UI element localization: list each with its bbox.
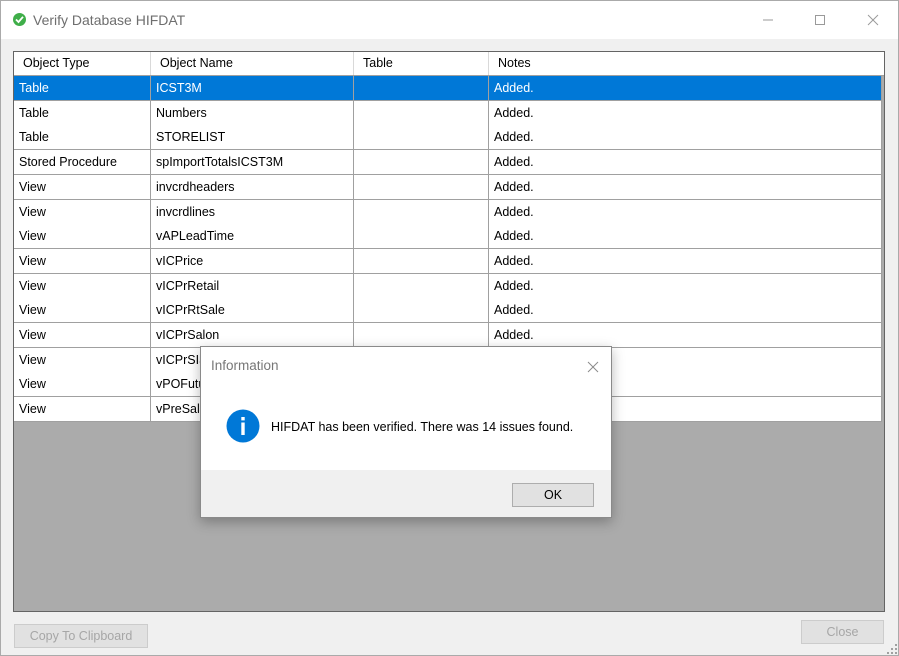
cell-object-type[interactable]: View xyxy=(14,323,151,348)
close-icon xyxy=(867,14,879,26)
cell-object-name[interactable]: invcrdlines xyxy=(151,199,354,225)
information-dialog: Information HIFDAT has been verified. Th… xyxy=(200,346,612,518)
close-icon xyxy=(587,361,599,373)
maximize-button[interactable] xyxy=(797,1,843,39)
cell-object-type[interactable]: View xyxy=(14,199,151,225)
app-logo-icon xyxy=(13,13,26,26)
cell-object-type[interactable]: Table xyxy=(14,125,151,151)
dialog-footer: OK xyxy=(201,470,611,517)
cell-object-type[interactable]: View xyxy=(14,174,151,200)
cell-table[interactable] xyxy=(354,248,489,274)
column-header-object-type[interactable]: Object Type xyxy=(14,52,151,75)
dialog-message: HIFDAT has been verified. There was 14 i… xyxy=(271,420,574,434)
cell-table[interactable] xyxy=(354,150,489,176)
column-header-table[interactable]: Table xyxy=(354,52,489,75)
cell-object-type[interactable]: View xyxy=(14,248,151,274)
minimize-button[interactable] xyxy=(745,1,791,39)
cell-table[interactable] xyxy=(354,323,489,348)
cell-object-name[interactable]: vICPrice xyxy=(151,248,354,274)
resize-grip-icon[interactable] xyxy=(886,643,898,655)
window-close-button[interactable] xyxy=(850,1,896,39)
table-row[interactable]: View vICPrRtSale Added. xyxy=(14,298,882,324)
cell-table[interactable] xyxy=(354,125,489,151)
cell-notes[interactable]: Added. xyxy=(489,150,882,176)
cell-notes[interactable]: Added. xyxy=(489,199,882,225)
cell-notes[interactable]: Added. xyxy=(489,298,882,324)
cell-object-name[interactable]: vICPrRtSale xyxy=(151,298,354,324)
table-row[interactable]: Table Numbers Added. xyxy=(14,100,882,126)
table-row[interactable]: View vICPrice Added. xyxy=(14,248,882,274)
cell-notes[interactable]: Added. xyxy=(489,174,882,200)
cell-notes[interactable]: Added. xyxy=(489,323,882,348)
cell-object-name[interactable]: vAPLeadTime xyxy=(151,224,354,250)
cell-object-type[interactable]: View xyxy=(14,273,151,299)
table-row[interactable]: View vICPrRetail Added. xyxy=(14,273,882,299)
cell-object-type[interactable]: View xyxy=(14,397,151,423)
table-row[interactable]: Stored Procedure spImportTotalsICST3M Adde… xyxy=(14,150,882,176)
cell-notes[interactable]: Added. xyxy=(489,273,882,299)
cell-object-type[interactable]: Stored Procedure xyxy=(14,150,151,176)
cell-table[interactable] xyxy=(354,224,489,250)
close-button[interactable]: Close xyxy=(801,620,884,644)
cell-table[interactable] xyxy=(354,100,489,126)
table-row[interactable]: View vAPLeadTime Added. xyxy=(14,224,882,250)
minimize-icon xyxy=(763,19,773,21)
cell-object-name[interactable]: vICPrRetail xyxy=(151,273,354,299)
cell-object-type[interactable]: Table xyxy=(14,76,151,101)
cell-object-name[interactable]: invcrdheaders xyxy=(151,174,354,200)
cell-notes[interactable]: Added. xyxy=(489,224,882,250)
verify-database-window: Verify Database HIFDAT Object Type Objec… xyxy=(0,0,899,656)
grid-header: Object Type Object Name Table Notes xyxy=(14,52,884,76)
cell-notes[interactable]: Added. xyxy=(489,76,882,101)
window-title: Verify Database HIFDAT xyxy=(33,12,186,28)
cell-table[interactable] xyxy=(354,199,489,225)
cell-table[interactable] xyxy=(354,298,489,324)
cell-table[interactable] xyxy=(354,273,489,299)
cell-object-name[interactable]: ICST3M xyxy=(151,76,354,101)
cell-object-type[interactable]: View xyxy=(14,298,151,324)
cell-notes[interactable]: Added. xyxy=(489,248,882,274)
table-row[interactable]: View invcrdheaders Added. xyxy=(14,174,882,200)
title-bar[interactable]: Verify Database HIFDAT xyxy=(1,1,898,39)
cell-object-name[interactable]: STORELIST xyxy=(151,125,354,151)
cell-object-type[interactable]: View xyxy=(14,372,151,398)
cell-object-name[interactable]: Numbers xyxy=(151,100,354,126)
table-row[interactable]: Table ICST3M Added. xyxy=(14,76,882,101)
table-row[interactable]: Table STORELIST Added. xyxy=(14,125,882,151)
cell-object-name[interactable]: spImportTotalsICST3M xyxy=(151,150,354,176)
dialog-close-button[interactable] xyxy=(581,355,605,379)
column-header-notes[interactable]: Notes xyxy=(489,52,882,75)
cell-object-type[interactable]: View xyxy=(14,347,151,373)
cell-object-type[interactable]: View xyxy=(14,224,151,250)
information-icon xyxy=(226,409,260,443)
results-grid[interactable]: Object Type Object Name Table Notes Tabl… xyxy=(13,51,885,612)
maximize-icon xyxy=(815,15,825,25)
cell-table[interactable] xyxy=(354,76,489,101)
copy-to-clipboard-button[interactable]: Copy To Clipboard xyxy=(14,624,148,648)
table-row[interactable]: View invcrdlines Added. xyxy=(14,199,882,225)
cell-notes[interactable]: Added. xyxy=(489,125,882,151)
dialog-title: Information xyxy=(211,358,279,373)
cell-object-type[interactable]: Table xyxy=(14,100,151,126)
cell-notes[interactable]: Added. xyxy=(489,100,882,126)
cell-table[interactable] xyxy=(354,174,489,200)
ok-button[interactable]: OK xyxy=(512,483,594,507)
column-header-object-name[interactable]: Object Name xyxy=(151,52,354,75)
table-row[interactable]: View vICPrSalon Added. xyxy=(14,323,882,348)
cell-object-name[interactable]: vICPrSalon xyxy=(151,323,354,348)
